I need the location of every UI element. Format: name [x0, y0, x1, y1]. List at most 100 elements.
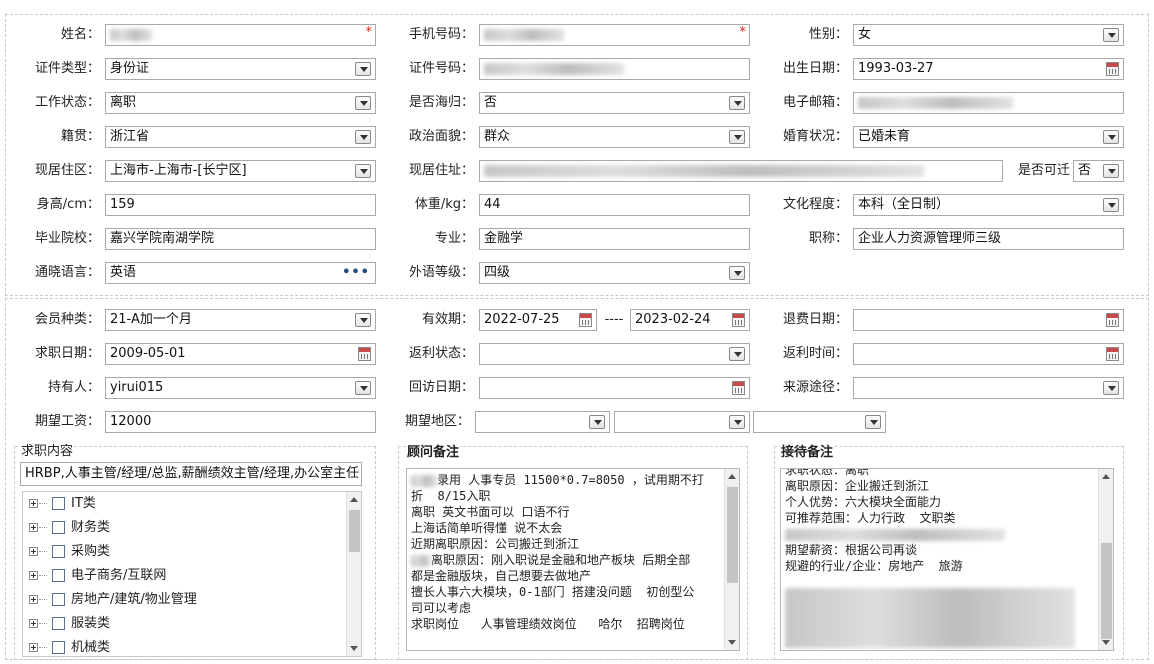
- chevron-down-icon[interactable]: [355, 96, 371, 110]
- expand-icon[interactable]: [29, 619, 38, 628]
- school-input[interactable]: 嘉兴学院南湖学院: [105, 228, 376, 250]
- calendar-icon[interactable]: [579, 313, 592, 327]
- scroll-down-icon[interactable]: [350, 646, 358, 651]
- scroll-up-icon[interactable]: [728, 474, 736, 479]
- validity-start-value: 2022-07-25: [484, 312, 560, 327]
- calendar-icon[interactable]: [358, 347, 371, 361]
- checkbox[interactable]: [52, 641, 65, 654]
- chevron-down-icon[interactable]: [1103, 198, 1119, 212]
- validity-start-input[interactable]: 2022-07-25: [479, 309, 597, 331]
- expand-icon[interactable]: [29, 547, 38, 556]
- chevron-down-icon[interactable]: [1103, 28, 1119, 42]
- scroll-thumb[interactable]: [1101, 543, 1112, 639]
- expected-area-district-select[interactable]: [753, 411, 886, 433]
- more-icon[interactable]: •••: [342, 263, 370, 283]
- chevron-down-icon[interactable]: [589, 415, 605, 429]
- birth-date-input[interactable]: 1993-03-27: [853, 58, 1124, 80]
- chevron-down-icon[interactable]: [1103, 130, 1119, 144]
- advisor-notes-scrollbar[interactable]: [724, 469, 739, 650]
- mobile-input[interactable]: *: [479, 24, 750, 46]
- job-content-title: 求职内容: [20, 440, 75, 459]
- reception-notes-scrollbar[interactable]: [1098, 469, 1113, 650]
- checkbox[interactable]: [52, 617, 65, 630]
- rebate-time-input[interactable]: [853, 343, 1124, 365]
- expected-salary-input[interactable]: 12000: [105, 411, 376, 433]
- job-category-tree[interactable]: IT类 财务类 采购类 电子商务/互联网 房地产/建筑/物业管理 服装类 机械类: [22, 491, 362, 657]
- expand-icon[interactable]: [29, 595, 38, 604]
- tree-scrollbar[interactable]: [346, 492, 361, 656]
- expand-icon[interactable]: [29, 499, 38, 508]
- id-number-input[interactable]: [479, 58, 750, 80]
- chevron-down-icon[interactable]: [355, 130, 371, 144]
- native-place-select[interactable]: 浙江省: [105, 126, 376, 148]
- holder-select[interactable]: yirui015: [105, 377, 376, 399]
- advisor-notes-textarea[interactable]: 录用 人事专员 11500*0.7=8050 ，试用期不打 折 8/15入职 离…: [406, 468, 740, 651]
- revisit-date-input[interactable]: [479, 377, 750, 399]
- expand-icon[interactable]: [29, 523, 38, 532]
- title-input[interactable]: 企业人力资源管理师三级: [853, 228, 1124, 250]
- calendar-icon[interactable]: [732, 381, 745, 395]
- checkbox[interactable]: [52, 497, 65, 510]
- education-select[interactable]: 本科（全日制）: [853, 194, 1124, 216]
- title-value: 企业人力资源管理师三级: [858, 231, 1002, 246]
- foreign-level-select[interactable]: 四级: [479, 262, 750, 284]
- chevron-down-icon[interactable]: [729, 96, 745, 110]
- height-value: 159: [110, 197, 135, 212]
- checkbox[interactable]: [52, 593, 65, 606]
- chevron-down-icon[interactable]: [355, 164, 371, 178]
- chevron-down-icon[interactable]: [729, 266, 745, 280]
- chevron-down-icon[interactable]: [729, 130, 745, 144]
- checkbox[interactable]: [52, 545, 65, 558]
- validity-end-value: 2023-02-24: [635, 312, 711, 327]
- member-type-select[interactable]: 21-A加一个月: [105, 309, 376, 331]
- chevron-down-icon[interactable]: [355, 62, 371, 76]
- refund-date-input[interactable]: [853, 309, 1124, 331]
- expand-icon[interactable]: [29, 571, 38, 580]
- rebate-status-select[interactable]: [479, 343, 750, 365]
- returnee-select[interactable]: 否: [479, 92, 750, 114]
- id-type-select[interactable]: 身份证: [105, 58, 376, 80]
- email-input[interactable]: [853, 92, 1124, 114]
- name-input[interactable]: *: [105, 24, 376, 46]
- scroll-down-icon[interactable]: [1102, 640, 1110, 645]
- chevron-down-icon[interactable]: [1103, 381, 1119, 395]
- calendar-icon[interactable]: [1106, 62, 1119, 76]
- residence-area-select[interactable]: 上海市-上海市-[长宁区]: [105, 160, 376, 182]
- expand-icon[interactable]: [29, 643, 38, 652]
- political-select[interactable]: 群众: [479, 126, 750, 148]
- marital-select[interactable]: 已婚未育: [853, 126, 1124, 148]
- job-content-summary[interactable]: HRBP,人事主管/经理/总监,薪酬绩效主管/经理,办公室主任: [20, 462, 362, 486]
- chevron-down-icon[interactable]: [355, 381, 371, 395]
- chevron-down-icon[interactable]: [355, 313, 371, 327]
- chevron-down-icon[interactable]: [865, 415, 881, 429]
- gender-select[interactable]: 女: [853, 24, 1124, 46]
- chevron-down-icon[interactable]: [1103, 164, 1119, 178]
- scroll-thumb[interactable]: [349, 510, 360, 552]
- calendar-icon[interactable]: [1106, 347, 1119, 361]
- relocatable-select[interactable]: 否: [1073, 160, 1124, 182]
- chevron-down-icon[interactable]: [729, 347, 745, 361]
- major-input[interactable]: 金融学: [479, 228, 750, 250]
- scroll-thumb[interactable]: [727, 487, 738, 583]
- scroll-up-icon[interactable]: [1102, 474, 1110, 479]
- redacted-text: [484, 28, 564, 41]
- job-date-input[interactable]: 2009-05-01: [105, 343, 376, 365]
- scroll-down-icon[interactable]: [728, 640, 736, 645]
- work-status-value: 离职: [110, 95, 137, 110]
- residence-address-input[interactable]: [479, 160, 1003, 182]
- languages-picker[interactable]: 英语 •••: [105, 262, 376, 284]
- weight-input[interactable]: 44: [479, 194, 750, 216]
- chevron-down-icon[interactable]: [729, 415, 745, 429]
- validity-end-input[interactable]: 2023-02-24: [630, 309, 750, 331]
- scroll-up-icon[interactable]: [350, 497, 358, 502]
- calendar-icon[interactable]: [732, 313, 745, 327]
- height-input[interactable]: 159: [105, 194, 376, 216]
- expected-area-province-select[interactable]: [475, 411, 610, 433]
- checkbox[interactable]: [52, 521, 65, 534]
- calendar-icon[interactable]: [1106, 313, 1119, 327]
- checkbox[interactable]: [52, 569, 65, 582]
- source-select[interactable]: [853, 377, 1124, 399]
- expected-area-city-select[interactable]: [614, 411, 750, 433]
- reception-notes-textarea[interactable]: 求职状态：离职 离职原因：企业搬迁到浙江 个人优势：六大模块全面能力 可推荐范围…: [780, 468, 1114, 651]
- work-status-select[interactable]: 离职: [105, 92, 376, 114]
